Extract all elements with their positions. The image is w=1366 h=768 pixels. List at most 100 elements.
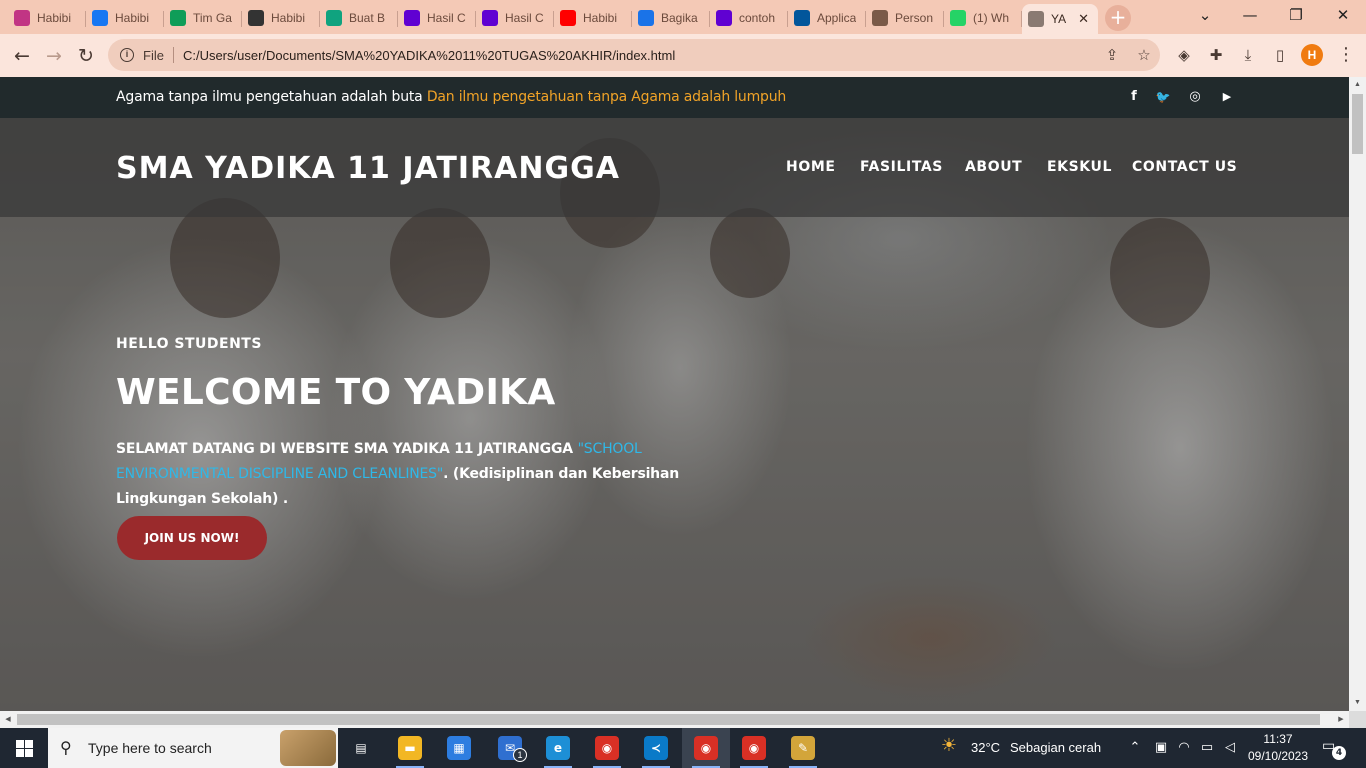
taskbar-app[interactable]: ◉ bbox=[682, 728, 730, 768]
browser-tab[interactable]: Hasil C bbox=[398, 4, 476, 32]
volume-icon[interactable]: ◁ bbox=[1221, 739, 1239, 757]
browser-tab[interactable]: Habibi bbox=[8, 4, 86, 32]
browser-tab[interactable]: YA ✕ bbox=[1022, 4, 1098, 34]
tab-title: Habibi bbox=[115, 11, 150, 25]
minimize-button[interactable]: — bbox=[1227, 0, 1273, 32]
browser-toolbar: ← → ↻ i File C:/Users/user/Documents/SMA… bbox=[0, 34, 1366, 77]
scroll-up-arrow-icon[interactable]: ▲ bbox=[1349, 77, 1366, 93]
hero-intro: SELAMAT DATANG DI WEBSITE SMA YADIKA 11 … bbox=[116, 437, 716, 512]
tab-title: Bagika bbox=[661, 11, 698, 25]
browser-tab[interactable]: Tim Ga bbox=[164, 4, 242, 32]
tray-chevron-up-icon[interactable]: ⌃ bbox=[1126, 739, 1144, 757]
taskbar-clock[interactable]: 11:37 09/10/2023 bbox=[1243, 731, 1313, 765]
instagram-icon[interactable]: ◎ bbox=[1187, 89, 1203, 105]
microsoft-store-icon: ▦ bbox=[447, 736, 471, 760]
bookmark-star-icon[interactable]: ☆ bbox=[1133, 44, 1155, 66]
extension-cursor-icon[interactable]: ◈ bbox=[1173, 44, 1195, 66]
new-tab-button[interactable]: + bbox=[1105, 5, 1131, 31]
share-icon[interactable]: ⇪ bbox=[1101, 44, 1123, 66]
taskbar-app[interactable]: ≺ bbox=[632, 728, 680, 768]
site-info-icon[interactable]: i bbox=[120, 48, 134, 62]
vertical-scrollbar[interactable]: ▲ ▼ bbox=[1349, 77, 1366, 711]
weather-temperature[interactable]: 32°C bbox=[971, 740, 1000, 755]
page-viewport: Agama tanpa ilmu pengetahuan adalah buta… bbox=[0, 77, 1349, 711]
facebook-icon[interactable]: f bbox=[1126, 89, 1142, 105]
github-icon bbox=[248, 10, 264, 26]
taskbar-app[interactable]: ✎ bbox=[779, 728, 827, 768]
tab-search-chevron-icon[interactable]: ⌄ bbox=[1182, 0, 1228, 32]
chrome-profile-icon: ◉ bbox=[694, 736, 718, 760]
browser-tab[interactable]: Bagika bbox=[632, 4, 710, 32]
horizontal-scrollbar[interactable]: ◀ ▶ bbox=[0, 711, 1349, 728]
browser-tab[interactable]: Person bbox=[866, 4, 944, 32]
side-panel-icon[interactable]: ▯ bbox=[1269, 44, 1291, 66]
nav-home[interactable]: HOME bbox=[786, 159, 836, 175]
twitter-icon[interactable]: 🐦 bbox=[1155, 89, 1171, 105]
tab-title: (1) Wh bbox=[973, 11, 1009, 25]
browser-tab[interactable]: contoh bbox=[710, 4, 788, 32]
restore-button[interactable]: ❐ bbox=[1273, 0, 1319, 32]
join-us-button[interactable]: JOIN US NOW! bbox=[117, 516, 267, 560]
address-bar[interactable]: i File C:/Users/user/Documents/SMA%20YAD… bbox=[108, 39, 1160, 71]
taskbar-search-box[interactable]: ⚲ Type here to search bbox=[48, 728, 338, 768]
chrome-icon: ◉ bbox=[742, 736, 766, 760]
browser-tab-strip: Habibi Habibi Tim Ga Habibi Buat B Hasil C Has… bbox=[0, 0, 1366, 34]
search-placeholder: Type here to search bbox=[88, 740, 212, 756]
close-window-button[interactable]: ✕ bbox=[1320, 0, 1366, 32]
scroll-down-arrow-icon[interactable]: ▼ bbox=[1349, 695, 1366, 711]
tab-title: Buat B bbox=[349, 11, 386, 25]
browser-tab[interactable]: Habibi bbox=[86, 4, 164, 32]
tab-title: YA bbox=[1051, 12, 1067, 26]
taskbar-app[interactable]: ▦ bbox=[435, 728, 483, 768]
weather-icon[interactable]: ☀ bbox=[940, 737, 958, 755]
taskbar-app[interactable]: ▬ bbox=[386, 728, 434, 768]
browser-tab[interactable]: Hasil C bbox=[476, 4, 554, 32]
vertical-scroll-thumb[interactable] bbox=[1352, 94, 1363, 154]
tab-title: Hasil C bbox=[505, 11, 544, 25]
taskbar-app[interactable]: e bbox=[534, 728, 582, 768]
browser-tab[interactable]: Buat B bbox=[320, 4, 398, 32]
battery-icon[interactable]: ▭ bbox=[1198, 739, 1216, 757]
notification-center-button[interactable]: ▭ 4 bbox=[1322, 738, 1346, 760]
chrome-icon: ◉ bbox=[595, 736, 619, 760]
edge-icon: e bbox=[546, 736, 570, 760]
downloads-icon[interactable]: ⤓ bbox=[1237, 44, 1259, 66]
wifi-icon[interactable]: ◠ bbox=[1175, 739, 1193, 757]
tray-device-icon[interactable]: ▣ bbox=[1152, 739, 1170, 757]
browser-menu-icon[interactable]: ⋮ bbox=[1336, 43, 1356, 67]
url-text[interactable]: C:/Users/user/Documents/SMA%20YADIKA%201… bbox=[183, 48, 675, 63]
reload-button[interactable]: ↻ bbox=[72, 42, 100, 70]
yahoo-icon bbox=[482, 10, 498, 26]
browser-tab[interactable]: (1) Wh bbox=[944, 4, 1022, 32]
quote-topbar: Agama tanpa ilmu pengetahuan adalah buta… bbox=[0, 77, 1349, 118]
topbar-quote: Agama tanpa ilmu pengetahuan adalah buta… bbox=[116, 89, 786, 105]
nav-fasilitas[interactable]: FASILITAS bbox=[860, 159, 943, 175]
tab-title: Hasil C bbox=[427, 11, 466, 25]
extensions-puzzle-icon[interactable]: ✚ bbox=[1205, 44, 1227, 66]
start-button[interactable] bbox=[0, 728, 48, 768]
browser-tab[interactable]: Habibi bbox=[554, 4, 632, 32]
horizontal-scroll-thumb[interactable] bbox=[17, 714, 1320, 725]
site-brand[interactable]: SMA YADIKA 11 JATIRANGGA bbox=[116, 151, 620, 186]
tab-close-icon[interactable]: ✕ bbox=[1078, 11, 1089, 27]
taskbar-app[interactable]: ✉ 1 bbox=[486, 728, 534, 768]
nav-about[interactable]: ABOUT bbox=[965, 159, 1022, 175]
browser-tab[interactable]: Applica bbox=[788, 4, 866, 32]
weather-description[interactable]: Sebagian cerah bbox=[1010, 740, 1101, 755]
url-scheme-label: File bbox=[143, 47, 164, 63]
back-button[interactable]: ← bbox=[8, 42, 36, 70]
taskbar-app[interactable]: ◉ bbox=[583, 728, 631, 768]
vscode-icon: ≺ bbox=[644, 736, 668, 760]
forward-button[interactable]: → bbox=[40, 42, 68, 70]
nav-contact-us[interactable]: CONTACT US bbox=[1132, 159, 1237, 175]
scroll-right-arrow-icon[interactable]: ▶ bbox=[1333, 711, 1349, 728]
nav-ekskul[interactable]: EKSKUL bbox=[1047, 159, 1112, 175]
taskbar-app[interactable]: ▤ bbox=[337, 728, 385, 768]
instagram-icon bbox=[14, 10, 30, 26]
scroll-left-arrow-icon[interactable]: ◀ bbox=[0, 711, 16, 728]
tab-title: Habibi bbox=[37, 11, 72, 25]
taskbar-app[interactable]: ◉ bbox=[730, 728, 778, 768]
youtube-icon[interactable]: ▶ bbox=[1219, 89, 1235, 105]
browser-tab[interactable]: Habibi bbox=[242, 4, 320, 32]
profile-avatar-button[interactable]: H bbox=[1301, 44, 1323, 66]
